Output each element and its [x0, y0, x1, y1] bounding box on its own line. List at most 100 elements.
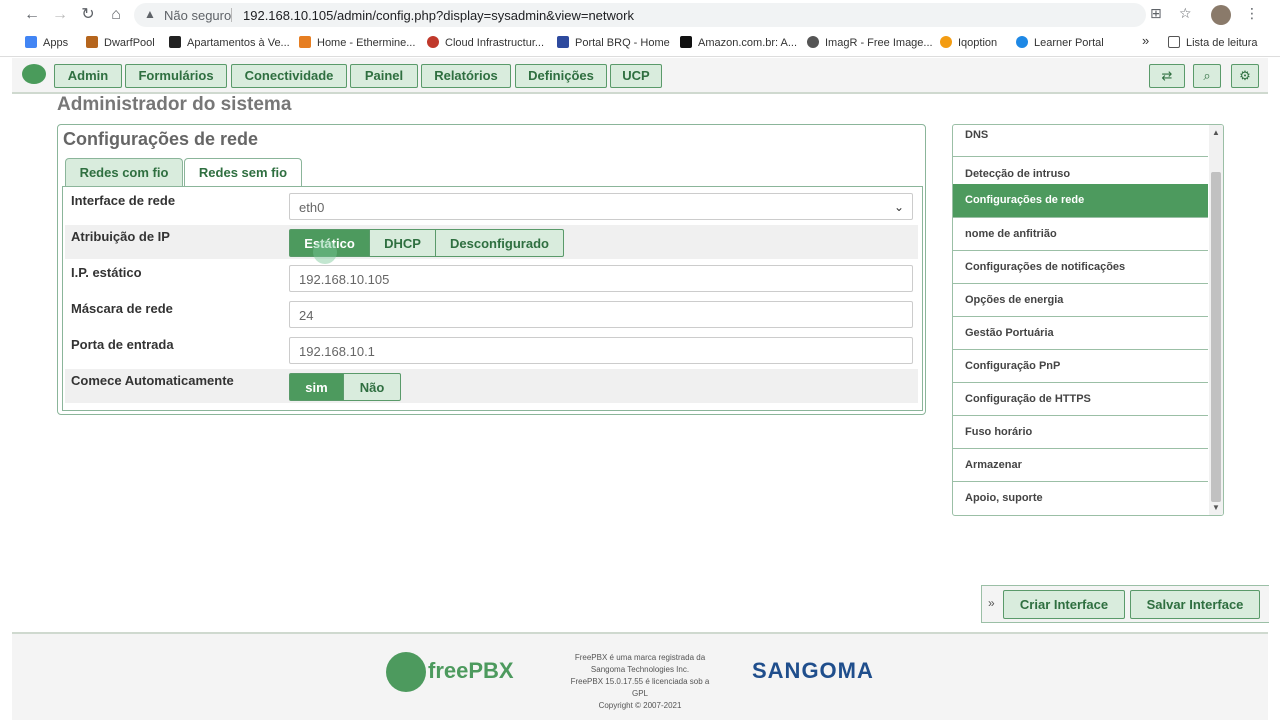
profile-avatar[interactable] — [1211, 5, 1231, 25]
gateway-label: Porta de entrada — [71, 337, 174, 352]
pointer-cursor — [313, 240, 337, 264]
freepbx-logo-icon[interactable] — [22, 64, 46, 84]
bookmark-cloud[interactable]: Cloud Infrastructur... — [427, 36, 544, 49]
sidebar-item-support[interactable]: Apoio, suporte — [953, 482, 1208, 515]
dwarfpool-icon — [86, 36, 98, 48]
warning-icon: ▲ — [144, 7, 156, 21]
gateway-input[interactable]: 192.168.10.1 — [289, 337, 913, 364]
bookmark-iqoption[interactable]: Iqoption — [940, 36, 997, 49]
back-icon[interactable]: ← — [22, 5, 42, 25]
bookmarks-bar: Apps DwarfPool Apartamentos à Ve... Home… — [0, 30, 1280, 57]
menu-ucp[interactable]: UCP — [610, 64, 662, 88]
gear-icon[interactable]: ⚙ — [1231, 64, 1259, 88]
ethermine-icon — [299, 36, 311, 48]
freepbx-frog-logo — [386, 652, 426, 692]
menu-reports[interactable]: Relatórios — [421, 64, 511, 88]
chevron-down-icon: ⌄ — [893, 200, 904, 214]
menu-connectivity[interactable]: Conectividade — [231, 64, 347, 88]
menu-dashboard[interactable]: Painel — [350, 64, 418, 88]
address-bar[interactable]: ▲ Não seguro 192.168.10.105/admin/config… — [134, 3, 1146, 27]
autostart-no-option[interactable]: Não — [343, 373, 401, 401]
more-bookmarks-icon[interactable]: » — [1142, 33, 1149, 48]
menu-admin[interactable]: Admin — [54, 64, 122, 88]
sidebar-item-hostname[interactable]: nome de anfitrião — [953, 218, 1208, 251]
create-interface-button[interactable]: Criar Interface — [1003, 590, 1125, 619]
autostart-yes-option[interactable]: sim — [289, 373, 344, 401]
browser-toolbar: ← → ↻ ⌂ ▲ Não seguro 192.168.10.105/admi… — [0, 0, 1280, 30]
row-gateway: Porta de entrada 192.168.10.1 — [65, 333, 918, 367]
footer: freePBX FreePBX é uma marca registrada d… — [12, 632, 1268, 720]
apps-grid-icon — [25, 36, 37, 48]
netmask-label: Máscara de rede — [71, 301, 173, 316]
freepbx-brand: freePBX — [428, 658, 514, 683]
row-autostart: Comece Automaticamente sim Não — [65, 369, 918, 403]
static-ip-input[interactable]: 192.168.10.105 — [289, 265, 913, 292]
sidebar-item-pnp[interactable]: Configuração PnP — [953, 350, 1208, 383]
bookmark-amazon[interactable]: Amazon.com.br: A... — [680, 36, 797, 49]
oracle-icon — [427, 36, 439, 48]
save-interface-button[interactable]: Salvar Interface — [1130, 590, 1260, 619]
url-text[interactable]: 192.168.10.105/admin/config.php?display=… — [243, 8, 634, 23]
dhcp-option[interactable]: DHCP — [369, 229, 436, 257]
bookmark-ethermine[interactable]: Home - Ethermine... — [299, 36, 415, 49]
language-icon[interactable]: ⇄ — [1149, 64, 1185, 88]
tab-wireless-networks[interactable]: Redes sem fio — [184, 158, 302, 186]
row-static-ip: I.P. estático 192.168.10.105 — [65, 261, 918, 295]
netmask-input[interactable]: 24 — [289, 301, 913, 328]
translate-icon[interactable]: ⊞ — [1150, 5, 1162, 22]
menu-settings[interactable]: Definições — [515, 64, 607, 88]
scroll-up-icon[interactable]: ▲ — [1212, 128, 1220, 137]
interface-label: Interface de rede — [71, 193, 176, 208]
page-title: Administrador do sistema — [57, 94, 292, 115]
learner-icon — [1016, 36, 1028, 48]
apartamentos-icon — [169, 36, 181, 48]
amazon-icon — [680, 36, 692, 48]
bookmark-dwarfpool[interactable]: DwarfPool — [86, 36, 155, 49]
kebab-menu-icon[interactable]: ⋮ — [1245, 5, 1259, 22]
bookmark-imagr[interactable]: ImagR - Free Image... — [807, 36, 933, 49]
action-bar: » Criar Interface Salvar Interface — [981, 585, 1269, 623]
sidebar-item-network[interactable]: Configurações de rede — [953, 184, 1208, 218]
unconfigured-option[interactable]: Desconfigurado — [435, 229, 564, 257]
autostart-label: Comece Automaticamente — [71, 373, 234, 388]
sidebar-item-port-management[interactable]: Gestão Portuária — [953, 317, 1208, 350]
interface-select[interactable]: eth0 ⌄ — [289, 193, 913, 220]
reload-icon[interactable]: ↻ — [78, 5, 98, 25]
sysadmin-sidebar: DNS Detecção de intruso Configurações de… — [952, 124, 1224, 516]
double-chevron-right-icon[interactable]: » — [988, 596, 995, 610]
ip-assignment-label: Atribuição de IP — [71, 229, 170, 244]
url-separator — [231, 8, 232, 22]
sidebar-item-timezone[interactable]: Fuso horário — [953, 416, 1208, 449]
scroll-thumb[interactable] — [1211, 172, 1221, 502]
home-icon[interactable]: ⌂ — [106, 5, 126, 25]
sidebar-scrollbar[interactable]: ▲ ▼ — [1209, 125, 1223, 515]
bookmark-apartamentos[interactable]: Apartamentos à Ve... — [169, 36, 290, 49]
bookmark-learner[interactable]: Learner Portal — [1016, 36, 1104, 49]
star-icon[interactable]: ☆ — [1179, 5, 1192, 22]
scroll-down-icon[interactable]: ▼ — [1212, 503, 1220, 512]
menu-forms[interactable]: Formulários — [125, 64, 227, 88]
bookmark-brq[interactable]: Portal BRQ - Home — [557, 36, 670, 49]
insecure-label: Não seguro — [164, 8, 232, 23]
panel-title: Configurações de rede — [63, 129, 259, 149]
reading-list[interactable]: Lista de leitura — [1168, 36, 1258, 49]
sidebar-item-notifications[interactable]: Configurações de notificações — [953, 251, 1208, 284]
sidebar-item-dns[interactable]: DNS — [953, 125, 1208, 157]
row-ip-assignment: Atribuição de IP Estático DHCP Desconfig… — [65, 225, 918, 259]
row-interface: Interface de rede eth0 ⌄ — [65, 189, 918, 223]
sidebar-item-storage[interactable]: Armazenar — [953, 449, 1208, 482]
imagr-icon — [807, 36, 819, 48]
iqoption-icon — [940, 36, 952, 48]
sidebar-item-https[interactable]: Configuração de HTTPS — [953, 383, 1208, 416]
bookmark-apps[interactable]: Apps — [25, 36, 68, 49]
network-settings-panel: Configurações de rede Redes com fio Rede… — [57, 124, 926, 415]
tab-wired-networks[interactable]: Redes com fio — [65, 158, 183, 186]
sangoma-logo: SANGOMA — [752, 658, 874, 683]
tab-content: Interface de rede eth0 ⌄ Atribuição de I… — [62, 186, 923, 411]
row-netmask: Máscara de rede 24 — [65, 297, 918, 331]
sidebar-item-power[interactable]: Opções de energia — [953, 284, 1208, 317]
brq-icon — [557, 36, 569, 48]
forward-icon[interactable]: → — [50, 5, 70, 25]
static-ip-label: I.P. estático — [71, 265, 142, 280]
search-icon[interactable]: ⌕ — [1193, 64, 1221, 88]
